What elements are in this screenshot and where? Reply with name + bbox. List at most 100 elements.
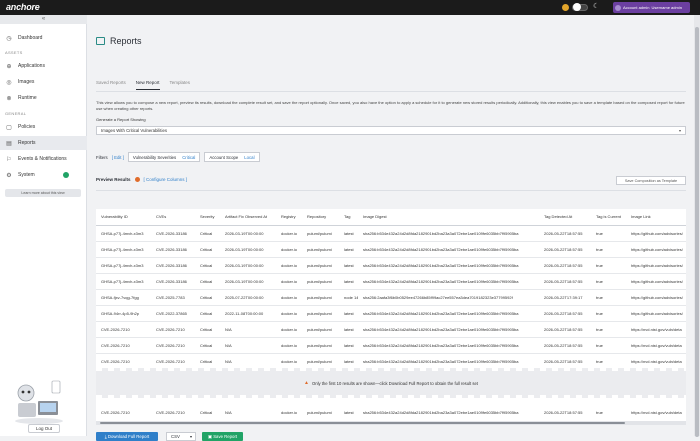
table-cell: true [591, 257, 626, 274]
sidebar-item-dashboard[interactable]: ◷ Dashboard [0, 31, 87, 45]
collapse-sidebar-button[interactable]: « [0, 15, 87, 24]
table-cell: Critical [195, 305, 220, 322]
filter-chip-severity[interactable]: Vulnerability Severities Critical [127, 152, 201, 162]
column-header[interactable]: Image Digest [358, 209, 539, 226]
scrollbar-thumb[interactable] [695, 27, 699, 437]
column-header[interactable]: Repository [302, 209, 339, 226]
learn-more-button[interactable]: Learn more about this view [5, 189, 81, 197]
table-cell: CVE-2026-7210 [151, 353, 195, 370]
events-icon: ⚐ [6, 156, 12, 163]
column-header[interactable]: CVEs [151, 209, 195, 226]
chevron-down-icon: ▾ [678, 128, 681, 133]
sidebar-item-events[interactable]: ⚐ Events & Notifications [0, 152, 87, 166]
table-cell: N/A [220, 353, 276, 370]
sidebar-item-applications[interactable]: ⊕ Applications [0, 59, 87, 73]
column-header[interactable]: Vulnerability ID [96, 209, 151, 226]
table-cell: true [591, 305, 626, 322]
edit-filters-link[interactable]: [ Edit ] [112, 155, 124, 160]
table-cell: Critical [195, 337, 220, 354]
tab-templates[interactable]: Templates [170, 80, 191, 90]
table-row[interactable]: CVE-2026-7210 CVE-2026-7210 Critical N/A doc… [96, 405, 686, 422]
preview-header: Preview Results [ Configure Columns ] [96, 177, 187, 182]
scrollbar-thumb[interactable] [100, 422, 625, 424]
save-report-button[interactable]: ▣ Save Report [202, 432, 243, 441]
warning-icon [134, 177, 140, 182]
report-type-select[interactable]: Images With Critical Vulnerabilities ▾ [96, 126, 686, 135]
sidebar-item-system[interactable]: ⚙ System [0, 168, 87, 182]
page-title: Reports [110, 36, 142, 46]
table-cell: CVE-2025-7783 [151, 289, 195, 306]
table-cell: N/A [220, 405, 276, 422]
tab-new-report[interactable]: New Report [135, 80, 160, 90]
column-header[interactable]: Artifact Fix Observed At [220, 209, 276, 226]
table-cell: sha256:b534e432a24d2d8fda2182901bd2ba23a… [358, 321, 539, 338]
table-row[interactable]: GHSA-94rr-4p5-9h2p CVE-2022-37865 Critical… [96, 305, 686, 322]
table-cell: latest [339, 305, 358, 322]
save-label: Save Report [213, 434, 238, 439]
horizontal-scrollbar[interactable] [96, 421, 686, 425]
table-cell: CVE-2026-7210 [96, 405, 151, 422]
sun-icon [562, 4, 569, 11]
table-row[interactable]: GHSA-p77j-4mvh-x3m3 CVE-2026-33186 Critica… [96, 257, 686, 274]
sidebar-item-reports[interactable]: ▤ Reports [0, 136, 87, 150]
table-cell: true [591, 225, 626, 242]
table-row[interactable]: GHSA-p77j-4mvh-x3m3 CVE-2026-33186 Critica… [96, 241, 686, 258]
sidebar-item-runtime[interactable]: ⊗ Runtime [0, 91, 87, 105]
column-header[interactable]: Image Link [626, 209, 686, 226]
table-row[interactable]: CVE-2026-7210 CVE-2026-7210 Critical N/A doc… [96, 337, 686, 354]
column-header[interactable]: Severity [195, 209, 220, 226]
sidebar-item-images[interactable]: ◎ Images [0, 75, 87, 89]
account-label: Account admin [623, 5, 650, 10]
table-cell: 2026-05-22T18:57:55 [539, 225, 591, 242]
column-header[interactable]: Tag [339, 209, 358, 226]
vertical-scrollbar[interactable] [694, 15, 700, 437]
table-cell: Critical [195, 241, 220, 258]
column-header[interactable]: Tag is Current [591, 209, 626, 226]
dashboard-icon: ◷ [6, 35, 12, 42]
table-cell: CVE-2026-7210 [96, 353, 151, 370]
main-content: Reports Saved Reports New Report Templat… [88, 15, 700, 441]
chevron-down-icon: ▾ [189, 434, 192, 439]
warning-icon: ▲ [304, 380, 309, 386]
table-row[interactable]: CVE-2026-7210 CVE-2026-7210 Critical N/A doc… [96, 321, 686, 338]
system-icon: ⚙ [6, 172, 12, 179]
table-cell: docker.io [276, 257, 302, 274]
table-cell: 2026-05-22T18:57:55 [539, 337, 591, 354]
moon-icon: ☾ [593, 3, 600, 10]
theme-toggle-knob[interactable] [573, 3, 581, 11]
save-composition-button[interactable]: Save Composition as Template [616, 176, 686, 185]
table-cell: https://nvd.nist.gov/vuln/deta [626, 405, 686, 422]
table-cell: 2026-03-19T00:00:00 [220, 257, 276, 274]
table-row[interactable]: GHSA-p77j-4mvh-x3m3 CVE-2026-33186 Critica… [96, 225, 686, 242]
table-cell: GHSA-p77j-4mvh-x3m3 [96, 257, 151, 274]
download-full-report-button[interactable]: ⤓ Download Full Report [96, 432, 158, 441]
tab-saved-reports[interactable]: Saved Reports [96, 80, 126, 90]
account-menu[interactable]: Account admin Username admin [613, 2, 690, 13]
table-cell: CVE-2026-7210 [96, 321, 151, 338]
sidebar-item-label: Applications [18, 63, 45, 69]
table-cell: sha256:b534e432a24d2d8fda2182901bd2ba23a… [358, 273, 539, 290]
table-cell: docker.io [276, 337, 302, 354]
column-header[interactable]: Registry [276, 209, 302, 226]
table-cell: pulumi/pulumi [302, 273, 339, 290]
configure-columns-link[interactable]: [ Configure Columns ] [144, 177, 188, 182]
column-header[interactable]: Tag Detected At [539, 209, 591, 226]
sidebar-item-policies[interactable]: ▢ Policies [0, 120, 87, 134]
table-row[interactable]: CVE-2026-7210 CVE-2026-7210 Critical N/A doc… [96, 353, 686, 370]
table-header: Vulnerability ID CVEs Severity Artifact Fix… [96, 209, 686, 226]
logout-button[interactable]: Log Out [28, 424, 60, 433]
table-cell: Critical [195, 273, 220, 290]
filters-label: Filters [96, 154, 108, 160]
table-cell: GHSA-p77j-4mvh-x3m3 [96, 241, 151, 258]
filter-value: Critical [182, 155, 196, 160]
table-row[interactable]: GHSA-fjxv-7vqg-7fgg CVE-2025-7783 Critical… [96, 289, 686, 306]
table-cell: latest [339, 405, 358, 422]
table-cell: sha256:2aafa3f6b0b0529ee47266b85f99ac27e… [358, 289, 539, 306]
format-select[interactable]: CSV ▾ [166, 432, 196, 441]
table-cell: https://nvd.nist.gov/vuln/deta [626, 353, 686, 370]
filter-chip-scope[interactable]: Account Scope Local [204, 152, 260, 162]
sidebar-item-label: Policies [18, 124, 36, 130]
table-cell: sha256:b534e432a24d2d8fda2182901bd2ba23a… [358, 337, 539, 354]
table-row[interactable]: GHSA-p77j-4mvh-x3m3 CVE-2026-33186 Critica… [96, 273, 686, 290]
table-cell: true [591, 337, 626, 354]
